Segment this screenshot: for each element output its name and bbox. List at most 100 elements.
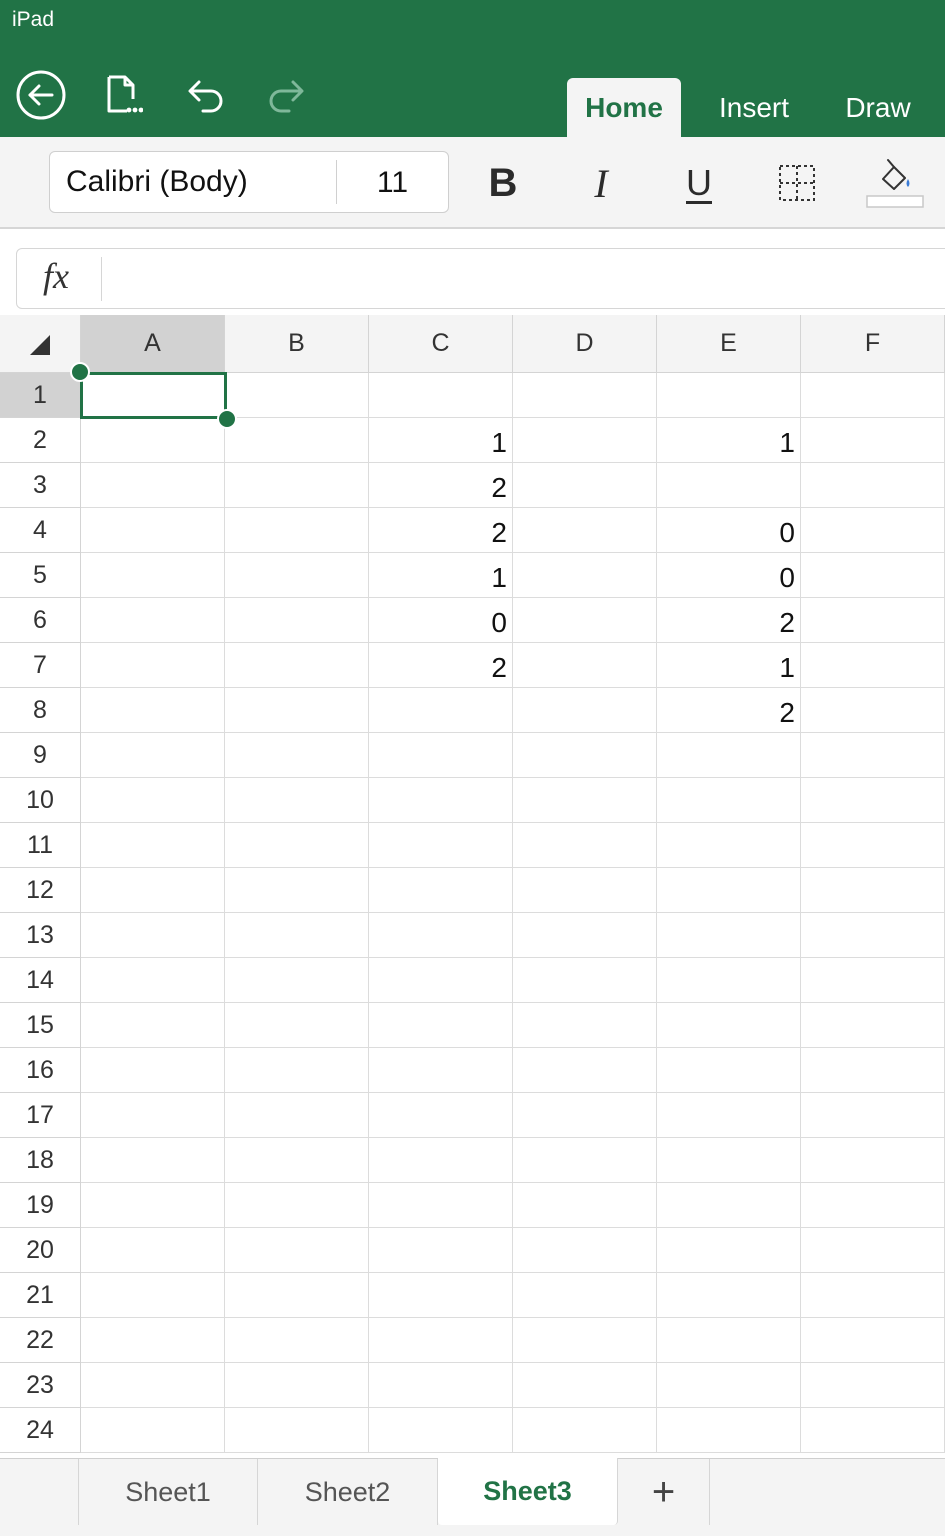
row-header-1[interactable]: 1 [0, 373, 81, 418]
row-header-23[interactable]: 23 [0, 1363, 81, 1408]
back-icon[interactable] [16, 70, 66, 120]
column-header-d[interactable]: D [513, 315, 657, 373]
selection-handle-top-left[interactable] [70, 362, 90, 382]
sheet-tab-1[interactable]: Sheet1 [78, 1459, 258, 1525]
column-header-a[interactable]: A [81, 315, 225, 373]
cell-c8[interactable] [369, 688, 513, 733]
cell-d17[interactable] [513, 1093, 657, 1138]
cell-c10[interactable] [369, 778, 513, 823]
cell-e15[interactable] [657, 1003, 801, 1048]
column-header-e[interactable]: E [657, 315, 801, 373]
cell-e7[interactable]: 1 [657, 643, 801, 688]
cell-e23[interactable] [657, 1363, 801, 1408]
cell-f21[interactable] [801, 1273, 945, 1318]
cell-a15[interactable] [81, 1003, 225, 1048]
cell-c18[interactable] [369, 1138, 513, 1183]
add-sheet-button[interactable]: + [618, 1459, 710, 1525]
cell-f15[interactable] [801, 1003, 945, 1048]
fill-color-icon[interactable] [866, 159, 924, 208]
sheet-tab-2[interactable]: Sheet2 [258, 1459, 438, 1525]
cell-e13[interactable] [657, 913, 801, 958]
row-header-7[interactable]: 7 [0, 643, 81, 688]
cell-f10[interactable] [801, 778, 945, 823]
cell-b7[interactable] [225, 643, 369, 688]
cell-e16[interactable] [657, 1048, 801, 1093]
cell-a20[interactable] [81, 1228, 225, 1273]
undo-icon[interactable] [182, 70, 228, 120]
cell-f23[interactable] [801, 1363, 945, 1408]
cell-b21[interactable] [225, 1273, 369, 1318]
tab-draw[interactable]: Draw [828, 78, 928, 137]
cell-a19[interactable] [81, 1183, 225, 1228]
cell-b2[interactable] [225, 418, 369, 463]
cell-f7[interactable] [801, 643, 945, 688]
cell-b13[interactable] [225, 913, 369, 958]
cell-a22[interactable] [81, 1318, 225, 1363]
row-header-5[interactable]: 5 [0, 553, 81, 598]
cell-f8[interactable] [801, 688, 945, 733]
cell-f24[interactable] [801, 1408, 945, 1453]
cell-e8[interactable]: 2 [657, 688, 801, 733]
cell-e14[interactable] [657, 958, 801, 1003]
cell-a7[interactable] [81, 643, 225, 688]
cell-c4[interactable]: 2 [369, 508, 513, 553]
row-header-15[interactable]: 15 [0, 1003, 81, 1048]
cell-d9[interactable] [513, 733, 657, 778]
column-header-b[interactable]: B [225, 315, 369, 373]
cell-f5[interactable] [801, 553, 945, 598]
cell-e19[interactable] [657, 1183, 801, 1228]
cell-a23[interactable] [81, 1363, 225, 1408]
cell-a8[interactable] [81, 688, 225, 733]
cell-b11[interactable] [225, 823, 369, 868]
cell-c9[interactable] [369, 733, 513, 778]
cell-d6[interactable] [513, 598, 657, 643]
cell-f1[interactable] [801, 373, 945, 418]
cell-c19[interactable] [369, 1183, 513, 1228]
cell-f19[interactable] [801, 1183, 945, 1228]
cell-e3[interactable] [657, 463, 801, 508]
cell-d3[interactable] [513, 463, 657, 508]
cell-d24[interactable] [513, 1408, 657, 1453]
cell-e6[interactable]: 2 [657, 598, 801, 643]
cell-c1[interactable] [369, 373, 513, 418]
cell-c15[interactable] [369, 1003, 513, 1048]
cell-e12[interactable] [657, 868, 801, 913]
cell-c21[interactable] [369, 1273, 513, 1318]
cell-c22[interactable] [369, 1318, 513, 1363]
cell-c16[interactable] [369, 1048, 513, 1093]
cell-f20[interactable] [801, 1228, 945, 1273]
redo-icon[interactable] [264, 70, 310, 120]
cell-d7[interactable] [513, 643, 657, 688]
row-header-12[interactable]: 12 [0, 868, 81, 913]
cell-e9[interactable] [657, 733, 801, 778]
row-header-10[interactable]: 10 [0, 778, 81, 823]
row-header-17[interactable]: 17 [0, 1093, 81, 1138]
cell-b19[interactable] [225, 1183, 369, 1228]
cell-b6[interactable] [225, 598, 369, 643]
underline-button[interactable]: U [671, 159, 727, 207]
cell-f4[interactable] [801, 508, 945, 553]
borders-icon[interactable] [769, 159, 825, 207]
cell-c3[interactable]: 2 [369, 463, 513, 508]
cell-d11[interactable] [513, 823, 657, 868]
cell-e5[interactable]: 0 [657, 553, 801, 598]
cell-d1[interactable] [513, 373, 657, 418]
cell-a16[interactable] [81, 1048, 225, 1093]
row-header-19[interactable]: 19 [0, 1183, 81, 1228]
bold-button[interactable]: B [475, 159, 531, 207]
cell-f11[interactable] [801, 823, 945, 868]
cell-a10[interactable] [81, 778, 225, 823]
cell-f22[interactable] [801, 1318, 945, 1363]
font-size-selector[interactable]: 11 [337, 152, 448, 212]
cell-e24[interactable] [657, 1408, 801, 1453]
cell-f18[interactable] [801, 1138, 945, 1183]
cell-f2[interactable] [801, 418, 945, 463]
cell-a6[interactable] [81, 598, 225, 643]
tab-home[interactable]: Home [567, 78, 681, 137]
row-header-8[interactable]: 8 [0, 688, 81, 733]
cell-f16[interactable] [801, 1048, 945, 1093]
cell-b14[interactable] [225, 958, 369, 1003]
cell-d18[interactable] [513, 1138, 657, 1183]
cell-f12[interactable] [801, 868, 945, 913]
cell-d14[interactable] [513, 958, 657, 1003]
